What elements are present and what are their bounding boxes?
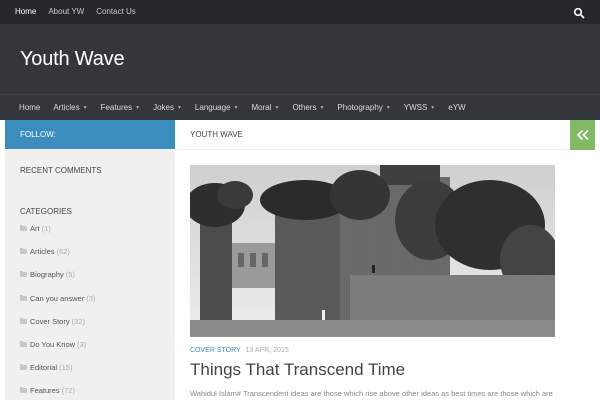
folder-icon — [20, 364, 27, 371]
caret-down-icon: ▼ — [385, 105, 391, 111]
top-nav: Home About YW Contact Us — [0, 0, 600, 24]
post-meta: COVER STORY 13 APR, 2015 — [190, 347, 289, 354]
top-nav-contact[interactable]: Contact Us — [90, 0, 142, 24]
folder-icon — [20, 248, 27, 255]
folder-icon — [20, 340, 27, 347]
caret-down-icon: ▼ — [135, 105, 141, 111]
caret-down-icon: ▼ — [319, 105, 325, 111]
category-item-do-you-know[interactable]: Do You Know (3) — [20, 340, 95, 363]
category-item-cover-story[interactable]: Cover Story (32) — [20, 317, 95, 340]
caret-down-icon: ▼ — [233, 105, 239, 111]
folder-icon — [20, 317, 27, 324]
category-item-can-you-answer[interactable]: Can you answer (3) — [20, 294, 95, 317]
folder-icon — [20, 294, 27, 301]
nav-item-others[interactable]: Others ▼ — [286, 95, 331, 121]
search-icon[interactable] — [573, 6, 585, 19]
post-category-link[interactable]: COVER STORY — [190, 347, 241, 354]
nav-item-jokes[interactable]: Jokes ▼ — [147, 95, 189, 121]
site-title[interactable]: Youth Wave — [20, 48, 125, 71]
nav-item-language[interactable]: Language ▼ — [189, 95, 246, 121]
folder-icon — [20, 387, 27, 394]
caret-down-icon: ▼ — [430, 105, 436, 111]
top-nav-home[interactable]: Home — [9, 0, 42, 24]
top-bar: Home About YW Contact Us — [0, 0, 600, 24]
category-item-editorial[interactable]: Editorial (15) — [20, 363, 95, 386]
divider — [175, 149, 570, 150]
nav-item-photography[interactable]: Photography ▼ — [331, 95, 397, 121]
featured-image[interactable] — [190, 165, 555, 337]
category-item-features[interactable]: Features (72) — [20, 386, 95, 400]
nav-item-articles[interactable]: Articles ▼ — [47, 95, 94, 121]
post-date: 13 APR, 2015 — [245, 347, 289, 354]
category-list: Art (1) Articles (62) Biography (5) Can you… — [20, 224, 95, 400]
caret-down-icon: ▼ — [176, 105, 182, 111]
page-title: YOUTH WAVE — [190, 130, 243, 139]
nav-item-eyw[interactable]: eYW — [442, 95, 472, 121]
nav-item-home[interactable]: Home — [13, 95, 47, 121]
folder-icon — [20, 225, 27, 231]
categories-title: CATEGORIES — [20, 207, 72, 216]
folder-icon — [20, 271, 27, 278]
nav-item-features[interactable]: Features ▼ — [95, 95, 148, 121]
caret-down-icon: ▼ — [82, 105, 88, 111]
post-excerpt: Wahidul Islam# Transcendent ideas are th… — [190, 389, 553, 398]
main-nav: Home Articles ▼ Features ▼ Jokes ▼ Language… — [0, 94, 600, 120]
category-item-art[interactable]: Art (1) — [20, 224, 95, 247]
follow-bar: FOLLOW: — [5, 120, 175, 149]
category-item-articles[interactable]: Articles (62) — [20, 247, 95, 270]
site-header: Youth Wave — [0, 24, 600, 94]
recent-comments-title: RECENT COMMENTS — [20, 166, 102, 175]
nav-item-moral[interactable]: Moral ▼ — [245, 95, 286, 121]
category-item-biography[interactable]: Biography (5) — [20, 270, 95, 293]
top-nav-about[interactable]: About YW — [42, 0, 90, 24]
sidebar: FOLLOW: RECENT COMMENTS CATEGORIES Art (1… — [5, 120, 175, 400]
double-chevron-left-icon — [576, 129, 589, 141]
sidebar-toggle-button[interactable] — [570, 120, 595, 150]
nav-item-ywss[interactable]: YWSS ▼ — [398, 95, 443, 121]
post-title[interactable]: Things That Transcend Time — [190, 360, 405, 380]
caret-down-icon: ▼ — [274, 105, 280, 111]
